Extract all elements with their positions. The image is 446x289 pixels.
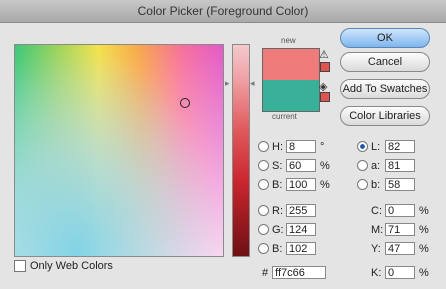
- only-web-colors-label: Only Web Colors: [30, 260, 113, 272]
- green-label: G:: [272, 223, 284, 236]
- lab-l-field[interactable]: 82: [385, 140, 415, 153]
- yellow-unit: %: [419, 242, 429, 255]
- saturation-unit: %: [320, 159, 330, 172]
- lab-a-row: a: 81: [357, 158, 415, 173]
- cyan-field[interactable]: 0: [385, 204, 415, 217]
- lab-b-row: b: 58: [357, 177, 415, 192]
- black-label: K:: [371, 266, 382, 279]
- cyan-row: C: 0 %: [371, 203, 429, 218]
- blue-radio[interactable]: [258, 243, 269, 254]
- lab-l-row: L: 82: [357, 139, 415, 154]
- magenta-unit: %: [419, 223, 429, 236]
- hue-row: H: 8 °: [258, 139, 324, 154]
- cancel-button[interactable]: Cancel: [340, 52, 430, 72]
- color-preview: [262, 48, 320, 112]
- red-radio[interactable]: [258, 205, 269, 216]
- only-web-colors-option[interactable]: Only Web Colors: [14, 260, 113, 272]
- green-radio[interactable]: [258, 224, 269, 235]
- saturation-label: S:: [272, 159, 283, 172]
- saturation-radio[interactable]: [258, 160, 269, 171]
- new-color-swatch: [263, 49, 319, 80]
- lab-a-label: a:: [371, 159, 381, 172]
- hue-unit: °: [320, 140, 325, 153]
- red-row: R: 255: [258, 203, 316, 218]
- magenta-field[interactable]: 71: [385, 223, 415, 236]
- green-field[interactable]: 124: [286, 223, 316, 236]
- add-to-swatches-button[interactable]: Add To Swatches: [340, 79, 430, 99]
- lab-b-field[interactable]: 58: [385, 178, 415, 191]
- saturation-field[interactable]: 60: [286, 159, 316, 172]
- red-field[interactable]: 255: [286, 204, 316, 217]
- black-field[interactable]: 0: [385, 266, 415, 279]
- lab-a-radio[interactable]: [357, 160, 368, 171]
- out-of-gamut-warning-icon[interactable]: ⚠: [319, 48, 329, 61]
- lab-b-label: b:: [371, 178, 381, 191]
- hex-field[interactable]: ff7c66: [272, 266, 327, 279]
- black-row: K: 0 %: [371, 265, 429, 280]
- lab-a-field[interactable]: 81: [385, 159, 415, 172]
- yellow-field[interactable]: 47: [385, 242, 415, 255]
- yellow-label: Y:: [371, 242, 381, 255]
- cyan-unit: %: [419, 204, 429, 217]
- hue-slider[interactable]: [232, 44, 250, 257]
- brightness-field[interactable]: 100: [286, 178, 316, 191]
- hue-field[interactable]: 8: [286, 140, 316, 153]
- saturation-row: S: 60 %: [258, 158, 330, 173]
- color-field[interactable]: [14, 44, 224, 257]
- lab-b-radio[interactable]: [357, 179, 368, 190]
- brightness-unit: %: [320, 178, 330, 191]
- ok-button[interactable]: OK: [340, 28, 430, 48]
- hue-slider-left-arrow-icon[interactable]: ▸: [225, 78, 230, 89]
- brightness-row: B: 100 %: [258, 177, 330, 192]
- hue-radio[interactable]: [258, 141, 269, 152]
- window-title: Color Picker (Foreground Color): [0, 0, 446, 23]
- blue-row: B: 102: [258, 241, 316, 256]
- green-row: G: 124: [258, 222, 316, 237]
- color-libraries-button[interactable]: Color Libraries: [340, 106, 430, 126]
- hex-row: # ff7c66: [262, 265, 327, 280]
- yellow-row: Y: 47 %: [371, 241, 429, 256]
- lab-l-radio[interactable]: [357, 141, 368, 152]
- hue-slider-right-arrow-icon[interactable]: ◂: [250, 78, 255, 89]
- new-label: new: [281, 36, 296, 45]
- color-field-cursor[interactable]: [180, 98, 190, 108]
- blue-label: B:: [272, 242, 283, 255]
- lab-l-label: L:: [371, 140, 381, 153]
- brightness-label: B:: [272, 178, 283, 191]
- current-color-swatch[interactable]: [263, 80, 319, 111]
- magenta-label: M:: [371, 223, 384, 236]
- blue-field[interactable]: 102: [286, 242, 316, 255]
- black-unit: %: [419, 266, 429, 279]
- current-label: current: [272, 112, 297, 121]
- brightness-radio[interactable]: [258, 179, 269, 190]
- gamut-correction-swatch[interactable]: [320, 62, 330, 72]
- color-field-overlay: [15, 45, 223, 256]
- magenta-row: M: 71 %: [371, 222, 429, 237]
- only-web-colors-checkbox[interactable]: [14, 260, 26, 272]
- hue-label: H:: [272, 140, 283, 153]
- cyan-label: C:: [371, 204, 382, 217]
- hex-label: #: [262, 266, 269, 279]
- web-safe-correction-swatch[interactable]: [320, 92, 330, 102]
- red-label: R:: [272, 204, 283, 217]
